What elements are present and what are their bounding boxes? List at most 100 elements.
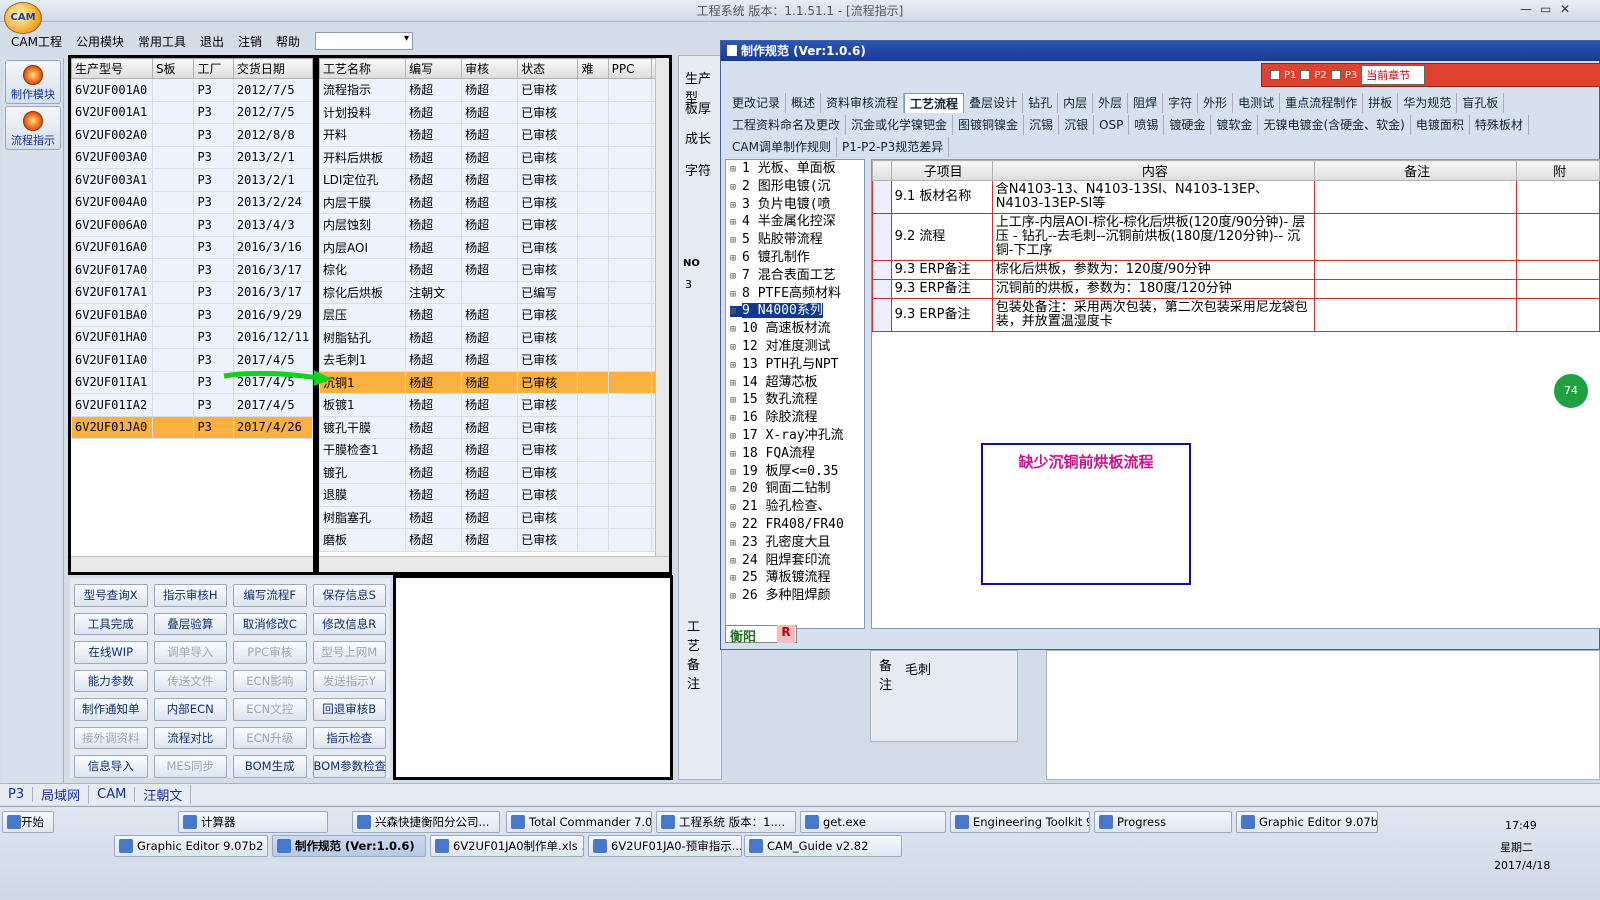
action-button[interactable]: PPC审核 [233,641,307,664]
tab-tabs1-2[interactable]: 资料审核流程 [821,93,905,113]
tree-item[interactable]: ⊞ 16 除胶流程 [726,409,864,427]
tab-tabs1-4[interactable]: 叠层设计 [964,93,1024,113]
menu-item-5[interactable]: 帮助 [269,33,307,50]
table-row[interactable]: 6V2UF01BA0 P3 2016/9/29 [71,303,314,327]
tab-tabs2-1[interactable]: 沉金或化学镍钯金 [846,115,954,135]
process-col-2[interactable]: 审核 [461,58,519,79]
tab-tabs1-6[interactable]: 内层 [1058,93,1094,113]
tree-expand-icon[interactable]: ⊞ [730,324,742,335]
action-button[interactable]: 回退审核B [312,698,386,721]
action-button[interactable]: 在线WIP [74,641,148,664]
start-button[interactable]: 开始 [2,811,54,833]
tree-item[interactable]: ⊞ 18 FQA流程 [726,445,864,463]
orders-col-3[interactable]: 交货日期 [232,58,314,79]
action-button[interactable]: MES同步 [153,755,227,778]
spec-col-2[interactable]: 备注 [1313,160,1518,181]
action-button[interactable]: 型号查询X [74,584,148,607]
tree-item[interactable]: ⊞ 15 数孔流程 [726,391,864,409]
table-row[interactable]: 内层AOI 杨超 杨超 已审核 [318,235,670,259]
tree-expand-icon[interactable]: ⊞ [730,449,742,460]
tree-item[interactable]: ⊞ 24 阻焊套印流 [726,552,864,570]
tree-expand-icon[interactable]: ⊞ [730,538,742,549]
tab-tabs2-6[interactable]: 喷锡 [1129,115,1165,135]
table-row[interactable]: LDI定位孔 杨超 杨超 已审核 [318,168,670,192]
sidebar-make-module[interactable]: 制作模块 [5,60,61,104]
menu-item-2[interactable]: 常用工具 [131,33,193,50]
process-col-5[interactable]: PPC [607,58,652,79]
tab-tabs2-4[interactable]: 沉银 [1059,115,1095,135]
tree-item[interactable]: ⊞ 4 半金属化控深 [726,213,864,231]
tab-tabs1-15[interactable]: 盲孔板 [1457,93,1505,113]
table-row[interactable]: 内层蚀刻 杨超 杨超 已审核 [318,213,670,237]
table-row[interactable]: 计划投料 杨超 杨超 已审核 [318,100,670,124]
tree-item[interactable]: ⊞ 7 混合表面工艺 [726,267,864,285]
tree-expand-icon[interactable]: ⊞ [730,556,742,567]
action-button[interactable]: 工具完成 [74,612,148,635]
action-button[interactable]: ECN影响 [233,669,307,692]
chapter-select[interactable]: 当前章节 [1361,65,1426,85]
tab-tabs1-5[interactable]: 钻孔 [1023,93,1059,113]
spec-col-0[interactable]: 子项目 [890,160,993,181]
table-row[interactable]: 镀孔 杨超 杨超 已审核 [318,460,670,484]
action-button[interactable]: 接外调资料 [74,726,148,749]
process-col-0[interactable]: 工艺名称 [318,58,407,79]
minimize-icon[interactable]: — [1520,2,1532,16]
table-row[interactable]: 棕化后烘板 注朝文 已编写 [318,280,670,304]
taskbar-item[interactable]: 6V2UF01JA0-预审指示.... [588,835,742,857]
table-row[interactable]: 6V2UF017A0 P3 2016/3/17 [71,258,314,282]
tree-expand-icon[interactable]: ⊞ [730,573,742,584]
tab-tabs1-10[interactable]: 外形 [1198,93,1234,113]
table-row[interactable]: 棕化 杨超 杨超 已审核 [318,258,670,282]
tree-expand-icon[interactable]: ⊞ [730,342,742,353]
tree-item[interactable]: ⊞ 3 负片电镀(喷 [726,196,864,214]
sidebar-process-guide[interactable]: 流程指示 [5,106,61,150]
table-row[interactable]: 流程指示 杨超 杨超 已审核 [318,78,670,102]
close-icon[interactable]: ✕ [1560,2,1570,16]
action-button[interactable]: 叠层验算 [153,612,227,635]
action-button[interactable]: 指示审核H [153,584,227,607]
table-row[interactable]: 6V2UF01JA0 P3 2017/4/26 [71,415,314,439]
table-row[interactable]: 镀孔干膜 杨超 杨超 已审核 [318,415,670,439]
action-button[interactable]: 内部ECN [153,698,227,721]
tab-tabs3-1[interactable]: P1-P2-P3规范差异 [837,137,950,157]
action-button[interactable]: 传送文件 [153,669,227,692]
action-button[interactable]: 保存信息S [312,584,386,607]
phase-checkbox-2[interactable] [1330,70,1341,80]
tree-item[interactable]: ⊞ 6 镀孔制作 [726,249,864,267]
tree-item[interactable]: ⊞ 10 高速板材流 [726,320,864,338]
tree-expand-icon[interactable]: ⊞ [730,200,742,211]
action-button[interactable]: 能力参数 [74,669,148,692]
tree-item[interactable]: ⊞ 13 PTH孔与NPT [726,356,864,374]
taskbar-item[interactable]: Graphic Editor 9.07b2 ... [1236,811,1378,833]
tree-expand-icon[interactable]: ⊞ [730,591,742,602]
tree-expand-icon[interactable]: ⊞ [730,235,742,246]
table-row[interactable]: 6V2UF017A1 P3 2016/3/17 [71,280,314,304]
table-row[interactable]: 去毛刺1 杨超 杨超 已审核 [318,348,670,372]
taskbar-item[interactable]: 工程系统 版本：1.... [656,811,796,833]
process-hscroll[interactable] [319,556,669,572]
status-item-3[interactable]: 汪朝文 [135,785,192,804]
action-button[interactable]: 调单导入 [153,641,227,664]
tab-tabs1-14[interactable]: 华为规范 [1398,93,1458,113]
action-button[interactable]: 流程对比 [153,726,227,749]
tree-expand-icon[interactable]: ⊞ [730,502,742,513]
tree-expand-icon[interactable]: ⊞ [730,360,742,371]
taskbar-item[interactable]: 兴森快捷衡阳分公司... [352,811,500,833]
action-button[interactable]: 型号上网M [312,641,386,664]
tree-expand-icon[interactable]: ⊞ [730,413,742,424]
tree-expand-icon[interactable]: ⊞ [730,484,742,495]
tab-tabs2-7[interactable]: 镀硬金 [1164,115,1212,135]
table-row[interactable]: 沉铜1 杨超 杨超 已审核 [318,370,670,394]
phase-checkbox-1[interactable] [1300,70,1311,80]
table-row[interactable]: 退膜 杨超 杨超 已审核 [318,483,670,507]
taskbar-item[interactable]: Engineering Toolkit 9.... [950,811,1090,833]
tree-expand-icon[interactable]: ⊞ [730,164,742,175]
table-row[interactable]: 开料 杨超 杨超 已审核 [318,123,670,147]
table-row[interactable]: 6V2UF003A1 P3 2013/2/1 [71,168,314,192]
table-row[interactable]: 6V2UF006A0 P3 2013/4/3 [71,213,314,237]
table-row[interactable]: 9.3 ERP备注 棕化后烘板，参数为：120度/90分钟 [872,260,1600,280]
table-row[interactable]: 9.1 板材名称 含N4103-13、N4103-13SI、N4103-13EP、… [872,180,1600,214]
tab-tabs1-1[interactable]: 概述 [786,93,822,113]
tree-expand-icon[interactable]: ⊞ [730,520,742,531]
maximize-icon[interactable]: ▭ [1540,2,1551,16]
